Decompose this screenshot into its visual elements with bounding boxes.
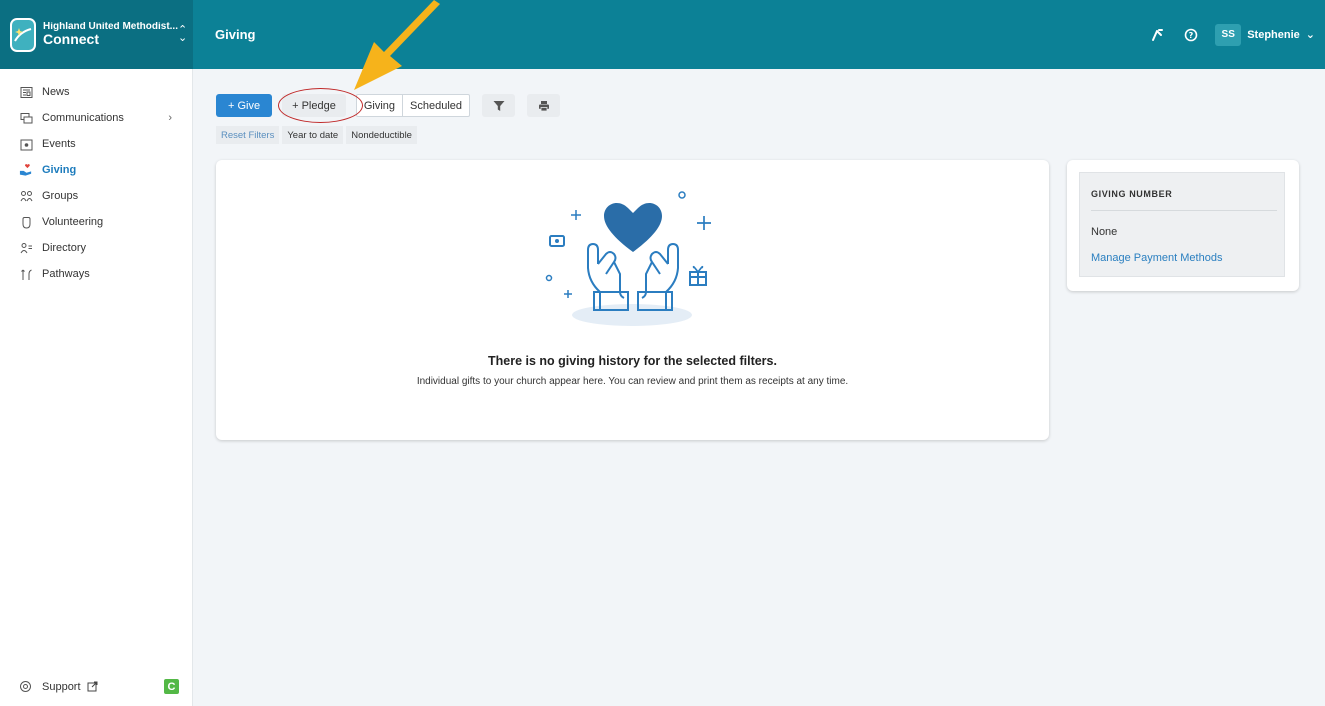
filter-chips: Reset Filters Year to date Nondeductible bbox=[216, 126, 417, 144]
tab-giving[interactable]: Giving bbox=[357, 95, 404, 116]
chevron-down-icon: ⌄ bbox=[1305, 29, 1315, 41]
news-icon bbox=[19, 85, 33, 99]
divider bbox=[1091, 210, 1277, 211]
communications-icon bbox=[19, 111, 33, 125]
sidebar-item-communications[interactable]: Communications › bbox=[0, 105, 192, 131]
reset-filters-button[interactable]: Reset Filters bbox=[216, 126, 280, 144]
giving-icon bbox=[19, 163, 33, 177]
chevron-right-icon: › bbox=[168, 112, 172, 124]
org-switcher[interactable]: Highland United Methodist... Connect ⌃ ⌄ bbox=[0, 0, 193, 69]
sidebar-item-directory[interactable]: Directory bbox=[0, 235, 192, 261]
user-name: Stephenie bbox=[1247, 28, 1300, 41]
sidebar-item-label: News bbox=[42, 86, 70, 98]
chevron-updown-icon: ⌃ ⌄ bbox=[178, 23, 188, 44]
empty-state-description: Individual gifts to your church appear h… bbox=[416, 376, 849, 387]
directory-icon bbox=[19, 241, 33, 255]
sidebar-item-label: Volunteering bbox=[42, 216, 104, 228]
volunteering-icon bbox=[19, 215, 33, 229]
giving-number-panel: GIVING NUMBER None Manage Payment Method… bbox=[1079, 172, 1285, 277]
print-button[interactable] bbox=[527, 94, 561, 117]
sidebar-item-groups[interactable]: Groups bbox=[0, 183, 192, 209]
pathways-icon bbox=[19, 267, 33, 281]
tab-scheduled[interactable]: Scheduled bbox=[403, 95, 469, 116]
sidebar-item-news[interactable]: News bbox=[0, 79, 192, 105]
user-menu[interactable]: SS Stephenie ⌄ bbox=[1215, 23, 1315, 46]
giving-number-card: GIVING NUMBER None Manage Payment Method… bbox=[1067, 160, 1299, 291]
give-button[interactable]: + Give bbox=[216, 94, 273, 117]
sidebar-item-label: Communications bbox=[42, 112, 124, 124]
c-badge-icon[interactable]: C bbox=[164, 679, 179, 694]
avatar: SS bbox=[1215, 23, 1242, 46]
filter-button[interactable] bbox=[482, 94, 516, 117]
view-toggle: Giving Scheduled bbox=[355, 94, 471, 117]
support-icon bbox=[19, 680, 33, 694]
help-icon[interactable]: ? bbox=[1181, 25, 1201, 45]
empty-state-title: There is no giving history for the selec… bbox=[488, 354, 777, 368]
support-link[interactable]: Support C bbox=[19, 679, 179, 694]
svg-text:?: ? bbox=[1189, 31, 1194, 40]
manage-payment-methods-link[interactable]: Manage Payment Methods bbox=[1091, 252, 1222, 264]
sidebar-item-volunteering[interactable]: Volunteering bbox=[0, 209, 192, 235]
sidebar-item-label: Directory bbox=[42, 242, 87, 254]
sidebar-item-events[interactable]: Events bbox=[0, 131, 192, 157]
pathways-shortcut-icon[interactable] bbox=[1147, 25, 1167, 45]
giving-hands-illustration-icon bbox=[545, 191, 711, 326]
top-bar: Highland United Methodist... Connect ⌃ ⌄ … bbox=[0, 0, 1325, 69]
giving-history-card: There is no giving history for the selec… bbox=[216, 160, 1049, 440]
sidebar-item-label: Pathways bbox=[42, 268, 90, 280]
print-icon bbox=[538, 100, 549, 111]
filter-chip-year[interactable]: Year to date bbox=[282, 126, 344, 144]
giving-number-title: GIVING NUMBER bbox=[1091, 189, 1173, 199]
connect-logo-icon bbox=[10, 17, 36, 52]
app-name: Connect bbox=[43, 31, 99, 48]
sidebar-item-label: Groups bbox=[42, 190, 79, 202]
filter-chip-nondeductible[interactable]: Nondeductible bbox=[346, 126, 417, 144]
support-label: Support bbox=[42, 680, 81, 693]
sidebar-item-label: Giving bbox=[42, 164, 77, 176]
filter-icon bbox=[493, 100, 505, 111]
sidebar-item-giving[interactable]: Giving bbox=[0, 157, 192, 183]
annotation-circle bbox=[278, 88, 363, 123]
groups-icon bbox=[19, 189, 33, 203]
giving-number-value: None bbox=[1091, 226, 1118, 238]
giving-toolbar: + Give + Pledge Giving Scheduled bbox=[216, 94, 572, 117]
events-icon bbox=[19, 137, 33, 151]
external-link-icon bbox=[87, 681, 98, 692]
sidebar-item-pathways[interactable]: Pathways bbox=[0, 261, 192, 287]
sidebar-item-label: Events bbox=[42, 138, 76, 150]
sidebar: News Communications › Events Giving Grou… bbox=[0, 69, 193, 706]
annotation-arrow-icon bbox=[354, 0, 440, 90]
